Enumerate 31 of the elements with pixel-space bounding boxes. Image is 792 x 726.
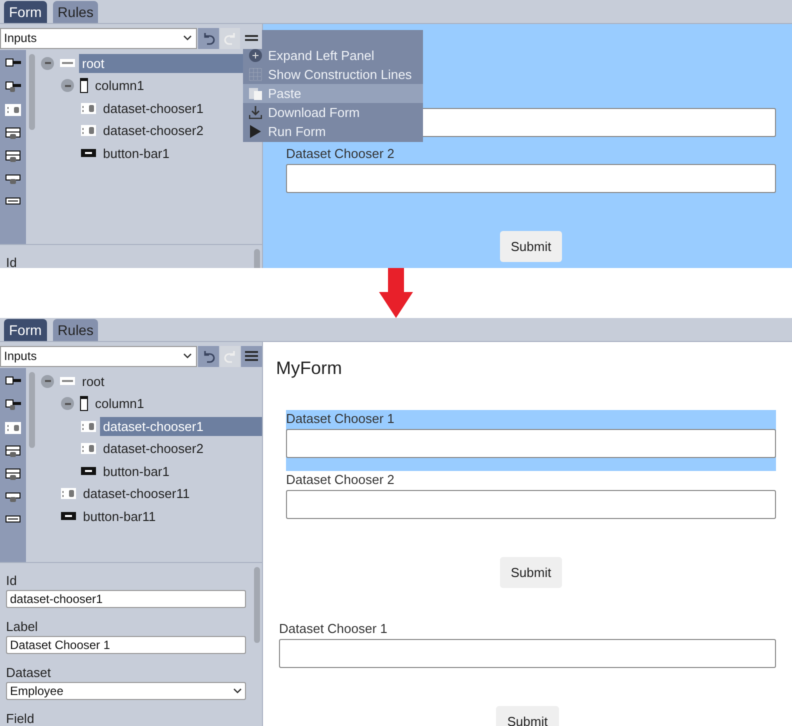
tab[interactable]: Rules <box>52 1 98 23</box>
property-select[interactable]: Employee <box>6 682 246 700</box>
submit-button[interactable]: Submit <box>500 557 562 588</box>
tree-node[interactable]: dataset-chooser2 <box>100 439 262 458</box>
field-label: Dataset Chooser 1 <box>286 411 394 426</box>
palette-dropdown[interactable]: Inputs <box>0 346 198 366</box>
property-label: Label <box>6 619 39 634</box>
tree-node[interactable]: dataset-chooser1 <box>100 416 262 436</box>
tree-node[interactable]: root <box>79 372 262 391</box>
property-label: Field <box>6 711 36 726</box>
field-label: Dataset Chooser 1 <box>279 621 388 636</box>
field-label: Dataset Chooser 2 <box>286 472 394 487</box>
submit-button[interactable]: Submit <box>496 706 559 726</box>
tab[interactable]: Form <box>4 1 47 23</box>
tree-node[interactable]: button-bar11 <box>80 506 262 526</box>
tab[interactable]: Rules <box>52 319 98 341</box>
property-label: Id <box>6 255 18 268</box>
tree-node[interactable]: dataset-chooser11 <box>80 484 262 504</box>
field-label: Dataset Chooser 2 <box>286 146 394 161</box>
tree-node[interactable]: column1 <box>92 394 262 414</box>
tree-node[interactable]: button-bar1 <box>100 462 262 481</box>
form-title: MyForm <box>276 358 342 378</box>
tree-node[interactable]: button-bar1 <box>100 144 262 163</box>
tab[interactable]: Form <box>4 319 47 341</box>
property-field[interactable]: Dataset Chooser 1 <box>6 636 246 654</box>
submit-button[interactable]: Submit <box>500 231 562 262</box>
property-field[interactable]: dataset-chooser1 <box>6 590 246 608</box>
selected-widget[interactable]: Dataset Chooser 1 <box>286 410 776 471</box>
palette-dropdown[interactable]: Inputs <box>0 28 198 48</box>
property-label: Dataset <box>6 665 52 680</box>
property-label: Id <box>6 573 18 588</box>
